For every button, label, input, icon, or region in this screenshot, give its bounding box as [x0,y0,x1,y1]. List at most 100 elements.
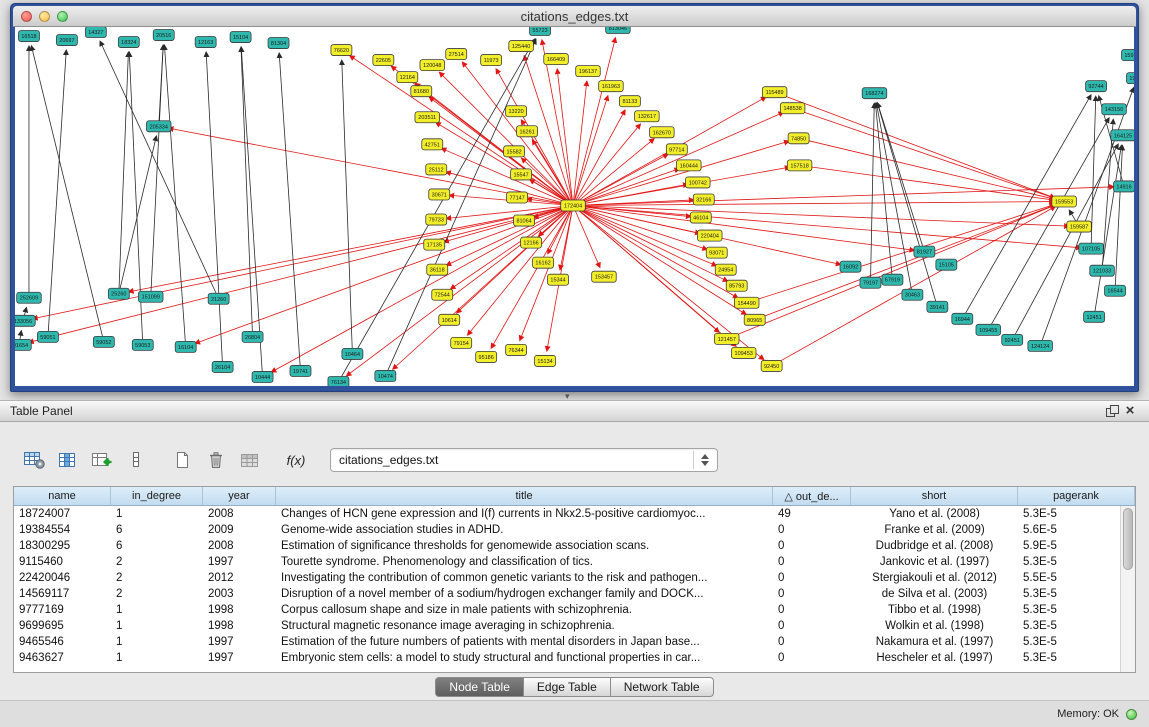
table-row[interactable]: 1872400712008Changes of HCN gene express… [14,506,1135,522]
graph-node-label: 12164 [400,75,415,81]
edit-table-icon[interactable] [88,447,116,473]
graph-node-label: 79733 [429,218,444,224]
column-header-short[interactable]: short [851,487,1018,505]
table-cell: Changes of HCN gene expression and I(f) … [276,508,773,520]
network-view[interactable]: 1724041200488168020351142751251123067179… [15,27,1134,386]
graph-node-label: 25260 [111,292,126,298]
graph-node-label: 76344 [508,348,523,354]
tab-edge-table[interactable]: Edge Table [524,677,611,697]
table-toolbar: f(x) citations_edges.txt [20,445,718,475]
graph-edge [573,205,746,314]
table-cell: 22420046 [14,572,111,584]
graph-edge [206,52,222,367]
graph-edge [385,39,536,376]
graph-node-label: 15134 [537,359,552,365]
graph-node-label: 205334 [150,124,168,130]
minimize-window-icon[interactable] [39,11,50,22]
graph-edge [870,103,874,283]
table-row[interactable]: 1830029562008Estimation of significance … [14,538,1135,554]
table-cell: 5.3E-5 [1018,556,1135,568]
close-panel-icon[interactable]: × [1121,403,1139,419]
graph-node-label: 159587 [1070,225,1088,231]
table-cell: 0 [773,524,851,536]
column-header-year[interactable]: year [203,487,276,505]
table-cell: 9463627 [14,652,111,664]
graph-node-label: 76134 [331,380,346,386]
table-row[interactable]: 1456911722003Disruption of a novel membe… [14,586,1135,602]
table-cell: 5.3E-5 [1018,588,1135,600]
graph-node-label: 93071 [709,251,724,257]
network-canvas[interactable]: 1724041200488168020351142751251123067179… [15,27,1134,386]
graph-node-label: 109455 [979,328,997,334]
graph-node-label: 160444 [680,163,698,169]
graph-node-label: 15547 [513,172,528,178]
table-cell: 1997 [203,636,276,648]
graph-node-label: 16261 [519,129,534,135]
graph-node-label: 79197 [863,281,878,287]
table-row[interactable]: 946554611997Estimation of the future num… [14,634,1135,650]
graph-edge [1091,96,1096,248]
function-builder-icon[interactable]: f(x) [282,447,310,473]
graph-node-label: 252609 [20,296,38,302]
table-cell: 5.9E-5 [1018,540,1135,552]
graph-edge [159,45,163,126]
table-cell: 1998 [203,620,276,632]
node-table: namein_degreeyeartitle△ out_de...shortpa… [13,486,1136,673]
graph-node-label: 95186 [479,355,494,361]
graph-node-label: 32166 [696,197,711,203]
column-header-pagerank[interactable]: pagerank [1018,487,1135,505]
graph-node-label: 16092 [843,265,858,271]
column-header-out_de[interactable]: △ out_de... [773,487,851,505]
show-columns-icon[interactable] [54,447,82,473]
table-panel: Table Panel × [0,400,1149,700]
table-row[interactable]: 1938455462009Genome-wide association stu… [14,522,1135,538]
column-header-in_degree[interactable]: in_degree [111,487,203,505]
graph-node-label: 168274 [865,91,883,97]
float-panel-icon[interactable] [1103,403,1121,419]
graph-node-label: 77147 [509,195,524,201]
graph-edge [119,52,129,294]
window-titlebar[interactable]: citations_edges.txt [13,6,1136,27]
graph-edge [799,138,1055,199]
table-selector-dropdown[interactable]: citations_edges.txt [330,448,718,472]
graph-edge [573,112,783,205]
zoom-window-icon[interactable] [57,11,68,22]
table-row[interactable]: 946362711997Embryonic stem cells: a mode… [14,650,1135,666]
graph-node-label: 81927 [917,250,932,256]
graph-node-label: 220404 [701,234,719,240]
table-row[interactable]: 977716911998Corpus callosum shape and si… [14,602,1135,618]
column-header-name[interactable]: name [14,487,111,505]
import-table-icon[interactable] [236,447,264,473]
graph-edge [33,205,573,318]
table-cell: Disruption of a novel member of a sodium… [276,588,773,600]
tab-node-table[interactable]: Node Table [435,677,524,697]
table-cell: 1 [111,508,203,520]
delete-table-icon[interactable] [202,447,230,473]
table-scrollbar[interactable] [1120,506,1135,672]
new-table-icon[interactable] [168,447,196,473]
table-cell: 5.3E-5 [1018,652,1135,664]
scrollbar-thumb[interactable] [1123,508,1133,570]
table-row[interactable]: 969969511998Structural magnetic resonanc… [14,618,1135,634]
table-cell: 5.6E-5 [1018,524,1135,536]
table-row[interactable]: 911546021997Tourette syndrome. Phenomeno… [14,554,1135,570]
column-header-title[interactable]: title [276,487,773,505]
graph-node-label: 20697 [59,38,74,44]
graph-node-label: 15582 [506,149,521,155]
graph-node-label: 24954 [718,268,733,274]
graph-node-label: 67919 [885,278,900,284]
graph-node-label: 12163 [198,40,213,46]
graph-node-label: 154490 [738,301,756,307]
graph-node-label: 59052 [96,340,111,346]
table-cell: 49 [773,508,851,520]
graph-node-label: 46104 [693,216,708,222]
graph-node-label: 115489 [766,90,784,96]
graph-node-label: 124124 [1031,344,1049,350]
table-cell: 9699695 [14,620,111,632]
close-window-icon[interactable] [21,11,32,22]
graph-node-label: 76620 [334,48,349,54]
tab-network-table[interactable]: Network Table [611,677,714,697]
row-tools-icon[interactable] [122,447,150,473]
table-settings-icon[interactable] [20,447,48,473]
table-row[interactable]: 2242004622012Investigating the contribut… [14,570,1135,586]
